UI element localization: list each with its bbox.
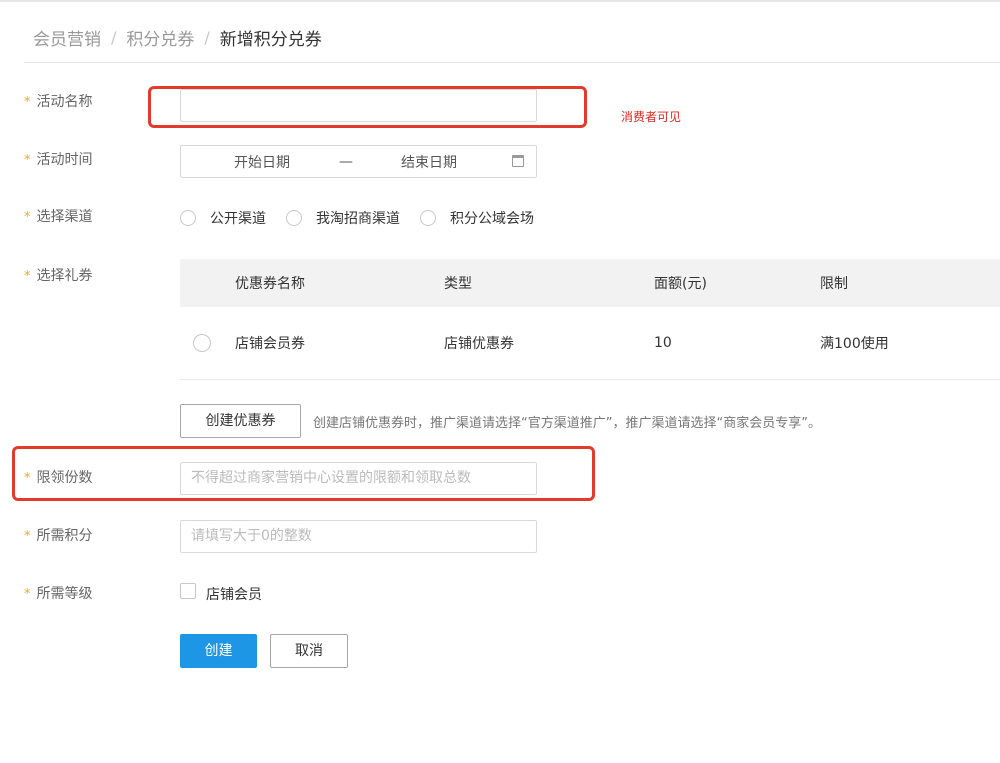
create-coupon-hint: 创建店铺优惠券时，推广渠道请选择“官方渠道推广”，推广渠道请选择“商家会员专享”… — [313, 416, 821, 431]
column-header-value: 面额(元) — [654, 276, 707, 292]
column-header-limit: 限制 — [820, 276, 848, 292]
create-coupon-button[interactable]: 创建优惠券 — [180, 404, 301, 438]
coupon-table: 优惠券名称 类型 面额(元) 限制 店铺会员券 店铺优惠券 10 满100使用 — [180, 259, 1000, 380]
limit-count-input[interactable]: 不得超过商家营销中心设置的限额和领取总数 — [180, 462, 537, 495]
points-label: * 所需积分 — [24, 528, 93, 544]
coupon-value-cell: 10 — [654, 335, 672, 351]
create-button[interactable]: 创建 — [180, 634, 257, 668]
limit-count-label: * 限领份数 — [24, 470, 93, 486]
channel-label: * 选择渠道 — [24, 209, 93, 225]
level-label: * 所需等级 — [24, 586, 93, 602]
channel-option-wotao[interactable]: 我淘招商渠道 — [286, 208, 400, 228]
activity-name-label: * 活动名称 — [24, 94, 93, 110]
top-border — [0, 0, 1000, 2]
calendar-icon[interactable] — [512, 155, 524, 167]
coupon-type-cell: 店铺优惠券 — [444, 336, 514, 352]
channel-option-points-venue[interactable]: 积分公域会场 — [420, 208, 534, 228]
table-row[interactable]: 店铺会员券 店铺优惠券 10 满100使用 — [180, 307, 1000, 380]
required-star: * — [24, 95, 31, 110]
start-date-input[interactable]: 开始日期 — [234, 152, 290, 172]
date-range-picker[interactable]: 开始日期 — 结束日期 — [180, 145, 537, 178]
end-date-input[interactable]: 结束日期 — [401, 152, 457, 172]
required-star: * — [24, 210, 31, 225]
store-member-checkbox-label[interactable]: 店铺会员 — [206, 584, 262, 604]
annotation-note: 消费者可见 — [621, 110, 682, 124]
required-star: * — [24, 529, 31, 544]
radio-icon[interactable] — [193, 334, 211, 352]
store-member-checkbox[interactable] — [180, 583, 196, 599]
activity-name-input[interactable] — [180, 89, 537, 122]
column-header-name: 优惠券名称 — [235, 276, 305, 292]
date-range-dash: — — [339, 153, 353, 170]
activity-time-label: * 活动时间 — [24, 152, 93, 168]
column-header-type: 类型 — [444, 276, 472, 292]
radio-icon[interactable] — [420, 210, 436, 226]
required-star: * — [24, 471, 31, 486]
breadcrumb-current-page: 新增积分兑券 — [219, 29, 322, 50]
coupon-table-header: 优惠券名称 类型 面额(元) 限制 — [180, 259, 1000, 307]
channel-option-public[interactable]: 公开渠道 — [180, 208, 266, 228]
breadcrumb-points-exchange[interactable]: 积分兑券 — [126, 25, 194, 50]
points-input[interactable]: 请填写大于0的整数 — [180, 520, 537, 553]
radio-icon[interactable] — [180, 210, 196, 226]
coupon-limit-cell: 满100使用 — [820, 336, 889, 352]
breadcrumb-member-marketing[interactable]: 会员营销 — [33, 25, 101, 50]
required-star: * — [24, 587, 31, 602]
required-star: * — [24, 269, 31, 284]
coupon-name-cell: 店铺会员券 — [235, 336, 305, 352]
cancel-button[interactable]: 取消 — [270, 634, 348, 668]
breadcrumb-separator: / — [111, 27, 117, 47]
breadcrumb: 会员营销 / 积分兑券 / 新增积分兑券 — [33, 25, 322, 50]
channel-radio-group: 公开渠道 我淘招商渠道 积分公域会场 — [180, 207, 554, 229]
breadcrumb-divider — [24, 62, 1000, 63]
breadcrumb-separator: / — [204, 27, 210, 47]
coupon-label: * 选择礼券 — [24, 268, 93, 284]
radio-icon[interactable] — [286, 210, 302, 226]
required-star: * — [24, 153, 31, 168]
